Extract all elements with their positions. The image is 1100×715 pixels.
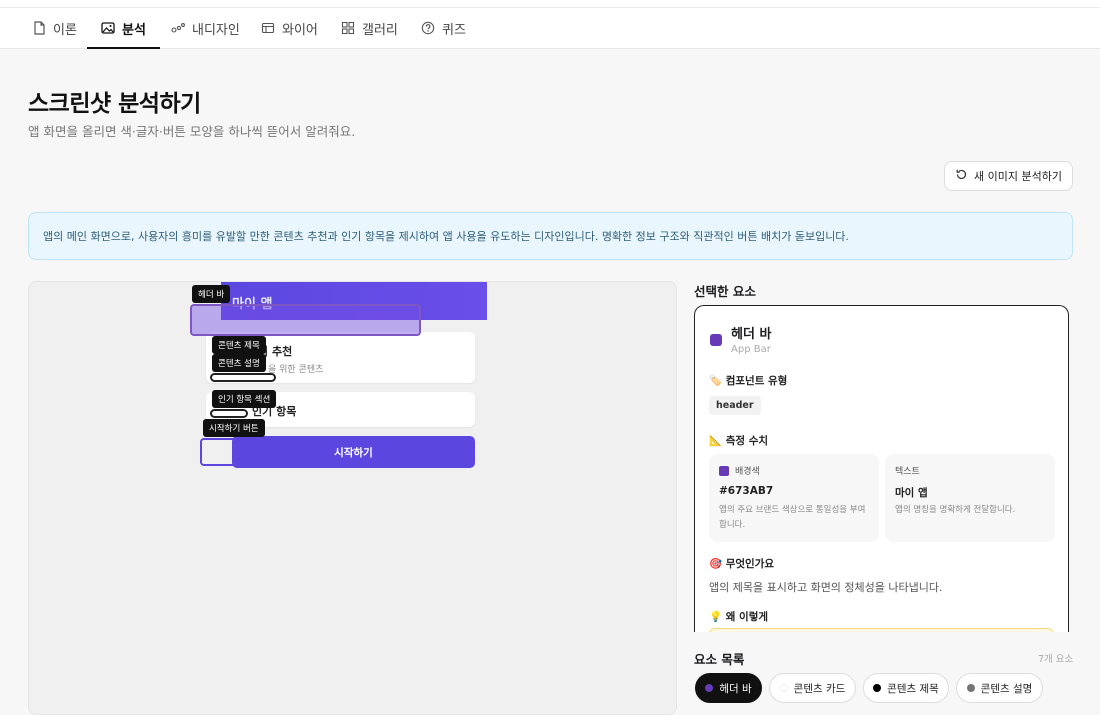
color-swatch [710, 334, 722, 346]
metric-value: 마이 앱 [895, 487, 928, 499]
help-circle-icon [421, 21, 435, 35]
document-icon [32, 21, 46, 35]
element-count: 7개 요소 [1038, 654, 1074, 665]
tab-label: 퀴즈 [442, 22, 466, 38]
tab-label: 내디자인 [192, 22, 240, 38]
what-heading: 🎯 무엇인가요 [709, 558, 775, 570]
tab-label: 와이어 [282, 22, 318, 38]
metric-label: 배경색 [735, 467, 760, 477]
page-subtitle: 앱 화면을 올리면 색·글자·버튼 모양을 하나씩 뜯어서 알려줘요. [28, 124, 356, 139]
element-pill-content-title[interactable]: 콘텐츠 제목 [863, 673, 949, 703]
tab-bar: 이론 분석 내디자인 와이어 갤러리 퀴즈 [0, 8, 1100, 49]
color-dot-icon [873, 684, 882, 692]
metric-description: 앱의 주요 브랜드 색상으로 통일성을 부여합니다. [719, 505, 866, 530]
element-list-heading: 요소 목록 [694, 652, 745, 667]
what-text: 앱의 제목을 표시하고 화면의 정체성을 나타냅니다. [709, 581, 943, 594]
element-pill-content-desc[interactable]: 콘텐츠 설명 [956, 673, 1043, 703]
color-swatch [719, 465, 729, 476]
metric-card-text: 텍스트 마이 앱 앱의 명칭을 명확하게 전달합니다. [885, 454, 1055, 542]
element-pill-header-bar[interactable]: 헤더 바 [695, 673, 762, 703]
element-name: 헤더 바 [731, 327, 772, 342]
color-dot-icon [966, 684, 975, 692]
tab-analysis[interactable]: 분석 [87, 8, 160, 49]
analysis-summary: 앱의 메인 화면으로, 사용자의 흥미를 유발할 만한 콘텐츠 추천과 인기 항… [28, 212, 1073, 260]
pill-label: 콘텐츠 카드 [793, 682, 846, 695]
tab-label: 갤러리 [362, 22, 398, 38]
component-type-chip: header [709, 396, 761, 415]
pill-label: 콘텐츠 제목 [887, 682, 939, 695]
highlight-content-desc[interactable] [210, 373, 276, 382]
metric-label: 텍스트 [895, 467, 920, 477]
screenshot-preview: 마이 앱 이 추천 을 위한 콘텐츠 인기 항목 시작하기 헤더 바 콘텐츠 제… [28, 281, 677, 715]
tab-wireframe[interactable]: 와이어 [261, 8, 318, 48]
preview-card-subtitle: 을 위한 콘텐츠 [268, 365, 324, 375]
tab-quiz[interactable]: 퀴즈 [421, 8, 466, 48]
tag-content-title[interactable]: 콘텐츠 제목 [212, 336, 266, 354]
summary-text: 앱의 메인 화면으로, 사용자의 흥미를 유발할 만한 콘텐츠 추천과 인기 항… [43, 230, 849, 243]
page-title: 스크린샷 분석하기 [28, 91, 201, 117]
tag-header-bar[interactable]: 헤더 바 [192, 285, 231, 303]
pill-label: 헤더 바 [719, 682, 752, 695]
pill-label: 콘텐츠 설명 [980, 682, 1033, 695]
metric-value: #673AB7 [719, 485, 774, 497]
component-type-heading: 🏷️ 컴포넌트 유형 [709, 375, 788, 387]
selected-element-heading: 선택한 요소 [694, 284, 756, 299]
tab-gallery[interactable]: 갤러리 [341, 8, 398, 48]
nodes-icon [171, 21, 185, 35]
tab-label: 분석 [122, 22, 146, 38]
element-pill-content-card[interactable]: 콘텐츠 카드 [769, 673, 856, 703]
metric-description: 앱의 명칭을 명확하게 전달합니다. [895, 505, 1016, 515]
why-heading: 💡 왜 이렇게 [709, 611, 769, 623]
highlight-header-bar[interactable] [190, 304, 421, 336]
color-dot-icon [705, 684, 714, 692]
tab-theory[interactable]: 이론 [32, 8, 77, 48]
new-image-label: 새 이미지 분석하기 [974, 170, 1062, 183]
refresh-icon [955, 168, 968, 184]
element-detail-card: 헤더 바 App Bar 🏷️ 컴포넌트 유형 header 📐 측정 수치 배… [694, 305, 1069, 632]
metric-card-background: 배경색 #673AB7 앱의 주요 브랜드 색상으로 통일성을 부여합니다. [709, 454, 879, 542]
metric-label-row: 배경색 [719, 464, 760, 477]
tag-start-button[interactable]: 시작하기 버튼 [203, 419, 265, 437]
element-type-en: App Bar [731, 344, 771, 355]
why-callout [709, 628, 1054, 632]
metrics-heading: 📐 측정 수치 [709, 435, 769, 447]
highlight-popular-section[interactable] [210, 409, 248, 418]
tab-label: 이론 [53, 22, 77, 38]
highlight-start-button[interactable] [200, 438, 411, 466]
new-image-button[interactable]: 새 이미지 분석하기 [944, 161, 1073, 191]
wireframe-icon [261, 21, 275, 35]
tag-content-desc[interactable]: 콘텐츠 설명 [212, 354, 266, 372]
tab-my-design[interactable]: 내디자인 [171, 8, 240, 48]
tag-popular-section[interactable]: 인기 항목 섹션 [212, 390, 277, 408]
top-strip [0, 0, 1100, 8]
grid-icon [341, 21, 355, 35]
image-icon [101, 21, 115, 35]
color-dot-icon [779, 684, 788, 692]
